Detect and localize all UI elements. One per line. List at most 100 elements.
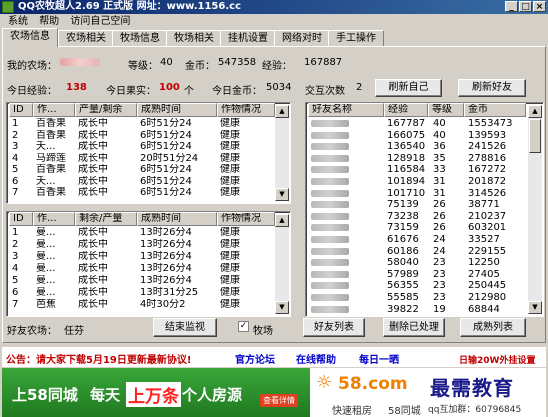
table-row[interactable]: 128918 35 278816	[306, 153, 543, 164]
minimize-button[interactable]: _	[505, 1, 518, 12]
gold-value: 547358	[218, 57, 257, 68]
table-row[interactable]: 6 曼... 成长中 13时31分25 健康	[7, 287, 277, 298]
fcrop-col-crop[interactable]: 作...	[33, 212, 75, 226]
table-row[interactable]: 1 百香果 成长中 6时51分24 健康	[7, 118, 277, 129]
daily-link[interactable]: 每日一晒	[359, 351, 399, 366]
ad-search-button[interactable]: 查看详情	[260, 394, 298, 407]
end-monitor-button[interactable]: 结束监视	[153, 318, 217, 337]
refresh-self-button[interactable]: 刷新自己	[375, 79, 442, 97]
ad-right[interactable]: ☼ 58.com 快速租房 58同城 最需教育 qq互加群：60796845	[310, 368, 546, 417]
friend-cell-name	[311, 280, 383, 292]
fcrop-col-id[interactable]: ID	[9, 212, 33, 226]
table-row[interactable]: 1 曼... 成长中 13时26分4 健康	[7, 227, 277, 238]
friend-cell-name	[311, 130, 383, 142]
table-row[interactable]: 116584 33 167272	[306, 164, 543, 176]
crop-col-crop[interactable]: 作...	[33, 103, 75, 117]
refresh-friends-button[interactable]: 刷新好友	[458, 79, 526, 97]
ad-left[interactable]: 上58同城 每天 上万条 个人房源 查看详情	[2, 368, 310, 417]
scroll-thumb[interactable]	[529, 119, 541, 153]
friend-crop-scrollbar[interactable]: ▲ ▼	[275, 214, 289, 314]
plugin-link[interactable]: 日输20W外挂设置	[459, 353, 535, 366]
table-row[interactable]: 5 曼... 成长中 13时26分4 健康	[7, 275, 277, 286]
friend-crop-list[interactable]: ID 作... 剩余/产量 成熟时间 作物情况 1 曼... 成长中 13时26分4 健…	[6, 211, 291, 317]
table-row[interactable]: 101894 31 201872	[306, 176, 543, 187]
crop-list[interactable]: ID 作... 产量/剩余 成熟时间 作物情况 1 百香果 成长中 6时51分24 健康…	[6, 102, 291, 204]
menu-bar: 系统 帮助 访问自己空间	[0, 14, 548, 30]
fcrop-col-status[interactable]: 作物情况	[217, 212, 275, 226]
friend-cell-exp: 60186	[387, 245, 419, 257]
tab-pasture-related[interactable]: 牧场相关	[166, 30, 222, 47]
table-row[interactable]: 4 曼... 成长中 13时26分4 健康	[7, 263, 277, 274]
crop-col-yield[interactable]: 产量/剩余	[75, 103, 137, 117]
mature-list-button[interactable]: 成熟列表	[460, 318, 526, 337]
table-row[interactable]: 3 夭... 成长中 6时51分24 健康	[7, 141, 277, 152]
notice-text: 公告：请大家下载5月19日更新最新协议!	[6, 355, 192, 366]
friend-col-exp[interactable]: 经验	[384, 103, 428, 117]
friend-cell-name	[311, 211, 383, 223]
table-row[interactable]: 166075 40 139593	[306, 130, 543, 142]
scroll-up-icon[interactable]: ▲	[275, 214, 289, 227]
table-row[interactable]: 7 百香果 成长中 6时51分24 健康	[7, 187, 277, 198]
crop-cell-yield: 成长中	[78, 129, 108, 141]
tab-hangup-settings[interactable]: 挂机设置	[220, 30, 276, 47]
maximize-button[interactable]: □	[519, 1, 532, 12]
table-row[interactable]: 73159 26 603201	[306, 222, 543, 233]
tab-farm-related[interactable]: 农场相关	[58, 30, 114, 47]
tab-manual[interactable]: 手工操作	[328, 30, 384, 47]
friend-col-name[interactable]: 好友名称	[308, 103, 384, 117]
scroll-up-icon[interactable]: ▲	[528, 105, 542, 118]
menu-visit-space[interactable]: 访问自己空间	[70, 14, 130, 30]
table-row[interactable]: 2 曼... 成长中 13时26分4 健康	[7, 239, 277, 250]
online-help-link[interactable]: 在线帮助	[296, 351, 336, 366]
delete-processed-button[interactable]: 删除已处理	[383, 318, 445, 337]
tab-pasture-info[interactable]: 牧场信息	[112, 30, 168, 47]
fcrop-col-mature[interactable]: 成熟时间	[137, 212, 217, 226]
pasture-checkbox[interactable]: ✓	[238, 321, 249, 332]
table-row[interactable]: 73238 26 210237	[306, 211, 543, 223]
table-row[interactable]: 5 百香果 成长中 6时51分24 健康	[7, 164, 277, 175]
table-row[interactable]: 101710 31 314526	[306, 188, 543, 199]
table-row[interactable]: 167787 40 1553473	[306, 118, 543, 129]
tab-network-time[interactable]: 网络对时	[274, 30, 330, 47]
table-row[interactable]: 7 芭蕉 成长中 4时30分2 健康	[7, 299, 277, 310]
table-row[interactable]: 4 马蹄莲 成长中 20时51分24 健康	[7, 153, 277, 164]
table-row[interactable]: 58040 23 12250	[306, 257, 543, 268]
crop-col-status[interactable]: 作物情况	[217, 103, 275, 117]
friend-col-level[interactable]: 等级	[428, 103, 464, 117]
table-row[interactable]: 39822 19 68844	[306, 303, 543, 315]
crop-cell-yield: 成长中	[78, 187, 108, 198]
table-row[interactable]: 61676 24 33527	[306, 234, 543, 245]
crop-col-id[interactable]: ID	[9, 103, 33, 117]
friend-cell-level: 23	[433, 292, 446, 303]
ad-banner[interactable]: 上58同城 每天 上万条 个人房源 查看详情 ☼ 58.com 快速租房 58同…	[2, 368, 546, 417]
friend-cell-exp: 116584	[387, 164, 426, 176]
fcrop-col-yield[interactable]: 剩余/产量	[75, 212, 137, 226]
table-row[interactable]: 55585 23 212980	[306, 292, 543, 303]
crop-col-mature[interactable]: 成熟时间	[137, 103, 217, 117]
table-row[interactable]: 60186 24 229155	[306, 245, 543, 257]
close-button[interactable]: ×	[533, 1, 546, 12]
friend-cell-exp: 61676	[387, 234, 419, 245]
ad-brand: 58.com	[338, 374, 408, 394]
table-row[interactable]: 136540 36 241526	[306, 141, 543, 152]
friend-list-button[interactable]: 好友列表	[303, 318, 365, 337]
table-row[interactable]: 3 曼... 成长中 13时26分4 健康	[7, 251, 277, 262]
crop-scrollbar[interactable]: ▲ ▼	[275, 105, 289, 201]
scroll-down-icon[interactable]: ▼	[275, 188, 289, 201]
friend-cell-gold: 68844	[468, 303, 500, 315]
table-row[interactable]: 6 夭... 成长中 6时51分24 健康	[7, 176, 277, 187]
table-row[interactable]: 2 百香果 成长中 6时51分24 健康	[7, 130, 277, 141]
friend-scrollbar[interactable]: ▲ ▼	[528, 105, 542, 314]
table-row[interactable]: 56355 23 250445	[306, 280, 543, 292]
tab-farm-info[interactable]: 农场信息	[2, 28, 58, 47]
scroll-down-icon[interactable]: ▼	[528, 301, 542, 314]
forum-link[interactable]: 官方论坛	[235, 351, 275, 366]
friend-col-gold[interactable]: 金币	[464, 103, 526, 117]
friend-cell-gold: 229155	[468, 245, 507, 257]
scroll-down-icon[interactable]: ▼	[275, 301, 289, 314]
friend-list[interactable]: 好友名称 经验 等级 金币 167787 40 1553473 166075 40 139…	[305, 102, 544, 317]
table-row[interactable]: 57989 23 27405	[306, 269, 543, 280]
scroll-up-icon[interactable]: ▲	[275, 105, 289, 118]
friend-cell-gold: 212980	[468, 292, 507, 303]
table-row[interactable]: 75139 26 38771	[306, 199, 543, 210]
